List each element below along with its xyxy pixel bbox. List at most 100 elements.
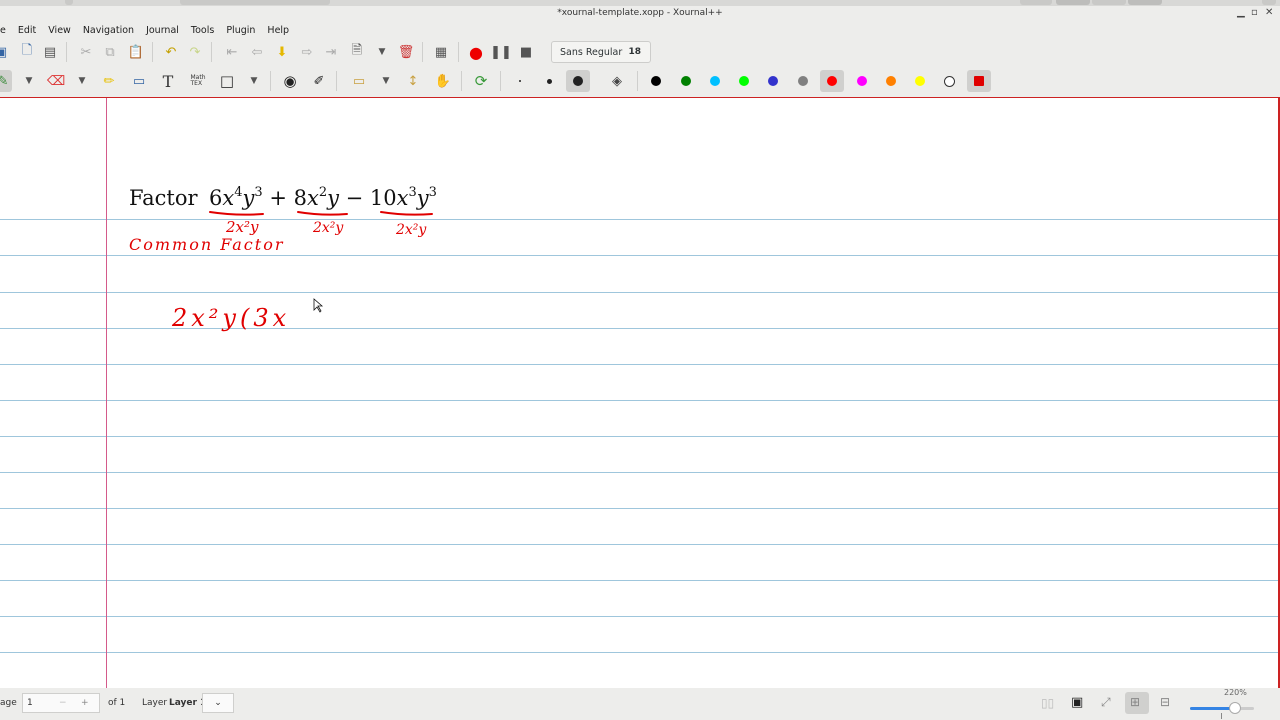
divisor-2: 2x²y [312, 220, 344, 236]
chevron-down-icon[interactable]: ⌄ [214, 698, 222, 708]
window-title: *xournal-template.xopp - Xournal++ [557, 8, 723, 18]
menu-edit[interactable]: Edit [18, 25, 36, 36]
layer-dropdown[interactable]: ⌄ [202, 693, 234, 713]
pen-icon[interactable]: ✎ [0, 72, 12, 90]
color-magenta[interactable] [857, 76, 867, 86]
separator [336, 71, 337, 91]
ruler-snap-icon[interactable]: ◉ [281, 72, 299, 90]
menu-tools[interactable]: Tools [191, 25, 214, 36]
text-tool-icon[interactable]: T [159, 72, 177, 91]
latex-expression: 6x4y3 + 8x2y − 10x3y3 [209, 185, 437, 210]
increment-icon[interactable]: + [81, 694, 89, 712]
thickness-medium-icon[interactable] [547, 79, 552, 84]
delete-page-icon[interactable]: 🗑 [397, 43, 415, 61]
save-icon[interactable]: ▣ [0, 43, 10, 61]
decrement-icon[interactable]: − [59, 694, 67, 712]
page-number-field[interactable]: 1 − + [22, 693, 100, 713]
view-single-page-icon[interactable]: ▯▯ [1041, 696, 1054, 710]
insert-page-icon[interactable]: 🗎 [348, 43, 366, 61]
zoom-fit-icon[interactable]: ⤢ [1101, 695, 1111, 710]
select-rectangle-icon[interactable]: ▭ [350, 72, 368, 90]
highlighter-icon[interactable]: ✏ [100, 72, 118, 90]
window-tab[interactable] [1128, 0, 1162, 5]
new-document-icon[interactable]: 🗋 [18, 43, 36, 61]
next-page-icon[interactable]: ⇨ [298, 43, 316, 61]
stop-icon[interactable]: ■ [517, 43, 535, 61]
font-button[interactable]: Sans Regular 18 [551, 41, 651, 63]
menu-help[interactable]: Help [267, 25, 289, 36]
undo-icon[interactable]: ↶ [162, 43, 180, 61]
menu-journal[interactable]: Journal [146, 25, 179, 36]
last-page-icon[interactable]: ⇥ [322, 43, 340, 61]
thickness-thick-icon[interactable] [573, 76, 583, 86]
handwritten-ink [209, 211, 433, 216]
title-bar: *xournal-template.xopp - Xournal++ ▁ ▫ ✕ [0, 6, 1280, 20]
fill-icon[interactable]: ✐ [310, 72, 328, 90]
eraser-icon[interactable]: ⌫ [47, 72, 65, 90]
font-name: Sans Regular [560, 46, 623, 58]
page-canvas[interactable]: Factor 6x4y3 + 8x2y − 10x3y3 2x²y 2x²y 2… [0, 97, 1280, 688]
factor-word: Factor [129, 186, 199, 210]
color-red[interactable] [827, 76, 837, 86]
color-orange[interactable] [886, 76, 896, 86]
open-icon[interactable]: ▤ [41, 43, 59, 61]
chevron-down-icon[interactable]: ▼ [20, 72, 38, 90]
color-white[interactable] [944, 76, 955, 87]
color-light-blue[interactable] [710, 76, 720, 86]
chevron-down-icon[interactable]: ▼ [373, 43, 391, 61]
zoom-100-icon[interactable]: ⊞ [1130, 695, 1140, 709]
shape-rectangle-icon[interactable]: □ [218, 72, 236, 90]
divisor-1: 2x²y [225, 218, 259, 236]
chevron-down-icon[interactable]: ▼ [377, 72, 395, 90]
color-green[interactable] [681, 76, 691, 86]
menu-file[interactable]: e [0, 25, 6, 36]
color-blue[interactable] [768, 76, 778, 86]
menu-view[interactable]: View [48, 25, 71, 36]
chevron-down-icon[interactable]: ▼ [245, 72, 263, 90]
color-black[interactable] [651, 76, 661, 86]
goto-page-icon[interactable]: ⬇ [273, 43, 291, 61]
layer-value: Layer 1 [169, 698, 207, 708]
presentation-icon[interactable]: ▦ [432, 43, 450, 61]
window-tab[interactable] [180, 0, 330, 5]
first-page-icon[interactable]: ⇤ [223, 43, 241, 61]
vertical-space-icon[interactable]: ↕ [404, 72, 422, 90]
custom-color-button[interactable] [974, 76, 984, 86]
window-tab[interactable] [1056, 0, 1090, 5]
image-icon[interactable]: ▭ [130, 72, 148, 90]
thickness-fine-icon[interactable] [519, 80, 521, 82]
hand-icon[interactable]: ✋ [434, 72, 452, 90]
menu-navigation[interactable]: Navigation [83, 25, 134, 36]
record-icon[interactable]: ● [467, 43, 485, 62]
separator [458, 42, 459, 62]
window-tab[interactable] [1262, 0, 1276, 5]
zoom-slider-handle[interactable] [1229, 702, 1241, 714]
paste-icon[interactable]: 📋 [127, 43, 145, 61]
minimize-icon[interactable]: ▁ [1237, 6, 1245, 20]
close-icon[interactable]: ✕ [1265, 6, 1273, 20]
separator [211, 42, 212, 62]
separator [500, 71, 501, 91]
zoom-slider[interactable] [1190, 707, 1254, 710]
color-yellow[interactable] [915, 76, 925, 86]
zoom-out-icon[interactable]: ⊟ [1160, 695, 1170, 709]
fill-bucket-icon[interactable]: ◈ [608, 72, 626, 90]
maximize-icon[interactable]: ▫ [1251, 6, 1258, 20]
latex-icon[interactable]: Math TEX [189, 72, 207, 90]
copy-icon[interactable]: ⧉ [101, 43, 119, 61]
color-gray[interactable] [798, 76, 808, 86]
refresh-icon[interactable]: ⟳ [472, 72, 490, 90]
color-light-green[interactable] [739, 76, 749, 86]
view-fullscreen-icon[interactable]: ▣ [1071, 695, 1083, 710]
window-tab[interactable] [1020, 0, 1052, 5]
pause-icon[interactable]: ❚❚ [490, 43, 512, 61]
chevron-down-icon[interactable]: ▼ [73, 72, 91, 90]
page-label: age [0, 698, 17, 708]
zoom-tick [1221, 713, 1222, 719]
redo-icon[interactable]: ↷ [186, 43, 204, 61]
window-tab[interactable] [1092, 0, 1126, 5]
menu-plugin[interactable]: Plugin [226, 25, 255, 36]
window-tab[interactable] [65, 0, 73, 5]
previous-page-icon[interactable]: ⇦ [248, 43, 266, 61]
cut-icon[interactable]: ✂ [77, 43, 95, 61]
